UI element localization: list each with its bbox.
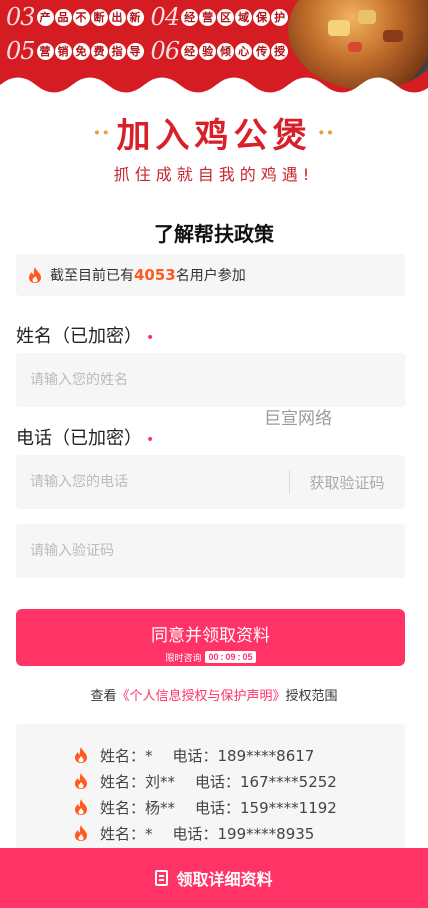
get-code-button[interactable]: 获取验证码	[289, 455, 405, 509]
decor-dots: ··	[317, 119, 335, 146]
phone-label: 电话（已加密） •	[16, 424, 154, 450]
participant-phone: 电话：199****8935	[172, 824, 315, 843]
participant-phone: 电话：159****1192	[195, 798, 337, 817]
timer-label: 限时咨询	[165, 652, 202, 663]
brand-title: ·· 加入鸡公煲 ··	[0, 108, 428, 157]
header-banner: 03 产品不断出新 04 经营区域保护 05 营销免费指导 06 经验倾心传授	[0, 0, 428, 100]
participant-name: 姓名：刘**	[100, 772, 176, 791]
phone-field[interactable]: 获取验证码	[16, 455, 405, 509]
get-details-button[interactable]: 领取详细资料	[0, 848, 428, 908]
brand-block: ·· 加入鸡公煲 ·· 抓住成就自我的鸡遇!	[0, 108, 428, 185]
counter-number: 4053	[134, 266, 176, 284]
list-item: 姓名：刘** 电话：167****5252	[16, 768, 405, 794]
phone-input[interactable]	[30, 474, 270, 490]
flame-icon	[75, 799, 87, 815]
code-field[interactable]	[16, 524, 405, 578]
submit-button[interactable]: 同意并领取资料 限时咨询 00:09:05	[16, 609, 405, 666]
flame-icon	[75, 747, 87, 763]
name-input[interactable]	[30, 372, 270, 388]
flame-icon	[75, 825, 87, 841]
brand-slogan: 抓住成就自我的鸡遇!	[113, 165, 315, 184]
participant-phone: 电话：189****8617	[172, 746, 315, 765]
list-item: 姓名：* 电话：199****8935	[16, 820, 405, 846]
participant-name: 姓名：*	[100, 824, 153, 843]
document-icon	[155, 870, 169, 886]
timer-digits: 00:09:05	[205, 651, 256, 663]
name-field[interactable]	[16, 353, 405, 407]
list-item: 姓名：* 电话：189****8617	[16, 742, 405, 768]
participant-name: 姓名：杨**	[100, 798, 176, 817]
flame-icon	[75, 773, 87, 789]
brand-title-text: 加入鸡公煲	[116, 116, 312, 156]
get-details-label: 领取详细资料	[176, 870, 273, 889]
policy-suffix: 授权范围	[285, 689, 338, 704]
participant-counter: 截至目前已有 4053 名用户参加	[16, 254, 405, 296]
list-item: 姓名：杨** 电话：159****1192	[16, 794, 405, 820]
section-title: 了解帮扶政策	[154, 222, 274, 246]
privacy-policy-notice: 查看《个人信息授权与保护声明》授权范围	[0, 685, 428, 704]
code-input[interactable]	[30, 543, 270, 559]
counter-suffix: 名用户参加	[175, 268, 246, 284]
policy-prefix: 查看	[90, 689, 117, 704]
watermark-text: 巨宣网络	[264, 409, 332, 429]
wave-divider	[0, 77, 428, 100]
phone-label-text: 电话（已加密）	[16, 428, 142, 449]
required-mark: •	[146, 432, 155, 448]
privacy-policy-link[interactable]: 《个人信息授权与保护声明》	[116, 689, 285, 704]
required-mark: •	[146, 330, 155, 346]
timer-separator: :	[237, 652, 241, 662]
name-label-text: 姓名（已加密）	[16, 326, 142, 347]
timer-seconds: 05	[242, 652, 253, 662]
decor-dots: ··	[93, 119, 111, 146]
participant-name: 姓名：*	[100, 746, 153, 765]
counter-prefix: 截至目前已有	[50, 268, 134, 284]
name-label: 姓名（已加密） •	[16, 322, 154, 348]
timer-separator: :	[220, 652, 224, 662]
timer-minutes: 09	[225, 652, 236, 662]
countdown-timer: 限时咨询 00:09:05	[16, 651, 405, 664]
submit-label: 同意并领取资料	[151, 625, 270, 645]
participant-phone: 电话：167****5252	[195, 772, 337, 791]
participant-list: 姓名：* 电话：189****8617 姓名：刘** 电话：167****525…	[16, 724, 405, 864]
flame-icon	[29, 267, 41, 283]
timer-hours: 00	[208, 652, 219, 662]
